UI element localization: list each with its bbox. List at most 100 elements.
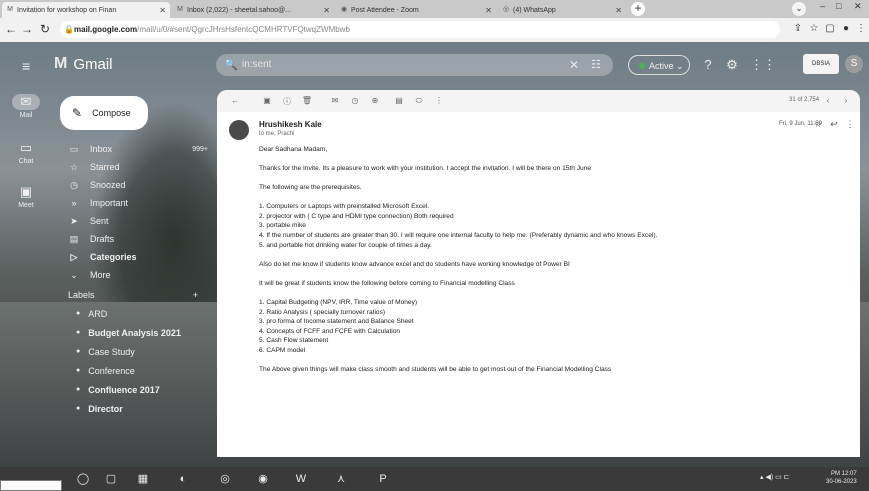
nav-item-more[interactable]: ⌄ More: [56, 266, 216, 284]
rail-chat[interactable]: ▭ Chat: [6, 140, 46, 165]
profile-icon[interactable]: ●: [840, 23, 852, 34]
newer-icon[interactable]: ‹: [822, 96, 834, 105]
older-icon[interactable]: ›: [840, 96, 852, 105]
search-icon[interactable]: ◯: [72, 471, 94, 487]
report-spam-icon[interactable]: ⓘ: [281, 96, 293, 107]
compose-button[interactable]: ✎ Compose: [60, 96, 148, 130]
nav-item-starred[interactable]: ☆ Starred: [56, 158, 216, 176]
archive-icon[interactable]: ▣: [261, 96, 273, 105]
mark-unread-icon[interactable]: ✉: [329, 96, 341, 105]
clear-search-icon[interactable]: ✕: [569, 54, 579, 76]
apps-grid-icon[interactable]: ⋮⋮: [750, 57, 776, 73]
more-options-icon[interactable]: ⋮: [433, 96, 445, 105]
status-selector[interactable]: Active ⌄: [628, 55, 690, 75]
system-tray[interactable]: ▴ ◀) ▭ ⊏: [760, 473, 790, 481]
maximize-icon[interactable]: □: [836, 1, 841, 11]
topics-list: 1. Capital Budgeting (NPV, IRR, Time val…: [259, 298, 849, 356]
label-item[interactable]: ● Confluence 2017: [56, 380, 216, 399]
message-count: 31 of 2,754: [789, 97, 820, 103]
move-to-icon[interactable]: ▤: [393, 96, 405, 105]
reply-icon[interactable]: ↩: [829, 119, 839, 130]
rail-meet[interactable]: ▣ Meet: [6, 184, 46, 209]
pdf-icon[interactable]: ⋏: [330, 471, 352, 487]
tab-label: Invitation for workshop on Finan: [17, 6, 117, 14]
close-icon[interactable]: ✕: [615, 6, 622, 15]
chevron-down-icon[interactable]: ⌄: [792, 2, 806, 16]
snooze-icon[interactable]: ◷: [349, 96, 361, 105]
word-icon[interactable]: W: [290, 471, 312, 487]
nav-item-sent[interactable]: ➤ Sent: [56, 212, 216, 230]
rail-mail[interactable]: ✉ Mail: [6, 94, 46, 119]
start-area[interactable]: [0, 480, 62, 491]
gmail-logo[interactable]: M Gmail: [54, 55, 113, 73]
sidepanel-icon[interactable]: ▢: [824, 23, 836, 34]
clock-date: 30-06-2023: [826, 479, 857, 485]
close-icon[interactable]: ✕: [159, 6, 166, 15]
menu-icon[interactable]: ⋮: [855, 23, 867, 34]
main-menu-icon[interactable]: ≡: [22, 58, 30, 74]
label-item[interactable]: ● Director: [56, 399, 216, 418]
label-item[interactable]: ● ARD: [56, 304, 216, 323]
add-task-icon[interactable]: ⊕: [369, 96, 381, 105]
back-icon[interactable]: ←: [4, 22, 18, 36]
nav-item-snoozed[interactable]: ◷ Snoozed: [56, 176, 216, 194]
share-icon[interactable]: ⇪: [792, 23, 804, 34]
delete-icon[interactable]: 🗑: [301, 96, 313, 105]
chrome-icon[interactable]: ◎: [214, 471, 236, 487]
forward-icon[interactable]: →: [20, 22, 34, 36]
account-avatar[interactable]: S: [845, 55, 863, 73]
new-tab-button[interactable]: +: [631, 2, 645, 16]
important-icon: »: [71, 198, 77, 208]
label-item[interactable]: ● Budget Analysis 2021: [56, 323, 216, 342]
recipients[interactable]: to me, Prachi: [259, 131, 294, 137]
sender-name[interactable]: Hrushikesh Kale: [259, 120, 322, 129]
search-icon[interactable]: 🔍: [224, 54, 238, 76]
label-item[interactable]: ● Conference: [56, 361, 216, 380]
browser-tab-whatsapp[interactable]: ◎ (4) WhatsApp ✕: [498, 2, 626, 18]
explorer-icon[interactable]: ▦: [132, 471, 154, 487]
send-icon: ➤: [70, 215, 78, 226]
address-bar[interactable]: 🔒 mail.google.com/mail/u/0/#sent/QgrcJHr…: [60, 21, 780, 38]
label-text: Budget Analysis 2021: [88, 327, 181, 338]
paragraph: It will be great if students know the fo…: [259, 279, 515, 287]
nav-item-categories[interactable]: ▷ Categories: [56, 248, 216, 266]
close-icon[interactable]: ✕: [323, 6, 330, 15]
tab-strip: M Invitation for workshop on Finan ✕ M I…: [0, 0, 869, 18]
org-badge[interactable]: DBSIA: [803, 54, 839, 74]
nav-item-inbox[interactable]: ▭ Inbox 999+: [56, 140, 216, 158]
app-icon[interactable]: ◐: [172, 471, 194, 487]
app-icon[interactable]: ◉: [252, 471, 274, 487]
powerpoint-icon[interactable]: P: [372, 471, 394, 487]
browser-tab-invitation[interactable]: M Invitation for workshop on Finan ✕: [2, 2, 170, 18]
list-item: 5. Cash Flow statement: [259, 337, 329, 345]
help-icon[interactable]: ?: [700, 57, 716, 72]
sender-avatar[interactable]: [229, 120, 249, 140]
close-icon[interactable]: ✕: [485, 6, 492, 15]
settings-gear-icon[interactable]: ⚙: [724, 57, 740, 73]
add-label-icon[interactable]: +: [193, 290, 198, 300]
search-input[interactable]: 🔍 in:sent ✕ ☷: [216, 54, 613, 76]
minimize-icon[interactable]: –: [820, 1, 825, 11]
nav-item-drafts[interactable]: ▤ Drafts: [56, 230, 216, 248]
more-vert-icon[interactable]: ⋮: [845, 119, 855, 130]
email-message: Dear Sadhana Madam, Thanks for the Invit…: [259, 145, 849, 384]
back-arrow-icon[interactable]: ←: [229, 96, 241, 105]
label-icon[interactable]: ⬭: [413, 96, 425, 106]
task-view-icon[interactable]: ▢: [100, 471, 122, 487]
search-options-icon[interactable]: ☷: [591, 54, 601, 76]
gmail-brand: Gmail: [73, 55, 113, 73]
prerequisite-list: 1. Computers or Laptops with preinstalle…: [259, 202, 849, 250]
address-host: mail.google.com: [74, 25, 138, 34]
reload-icon[interactable]: ↻: [38, 22, 52, 36]
star-icon: ☆: [69, 161, 79, 172]
system-clock[interactable]: PM 12:07 30-06-2023: [826, 470, 857, 486]
star-icon[interactable]: ☆: [813, 119, 823, 130]
close-window-icon[interactable]: ✕: [854, 1, 862, 12]
label-item[interactable]: ● Case Study: [56, 342, 216, 361]
list-item: 1. Capital Budgeting (NPV, IRR, Time val…: [259, 298, 418, 306]
browser-tab-inbox[interactable]: M Inbox (2,022) - sheetal.sahoo@... ✕: [172, 2, 334, 18]
star-icon[interactable]: ☆: [808, 23, 820, 34]
label-text: Director: [88, 403, 123, 414]
nav-item-important[interactable]: » Important: [56, 194, 216, 212]
browser-tab-zoom[interactable]: ◉ Post Attendee - Zoom ✕: [336, 2, 496, 18]
